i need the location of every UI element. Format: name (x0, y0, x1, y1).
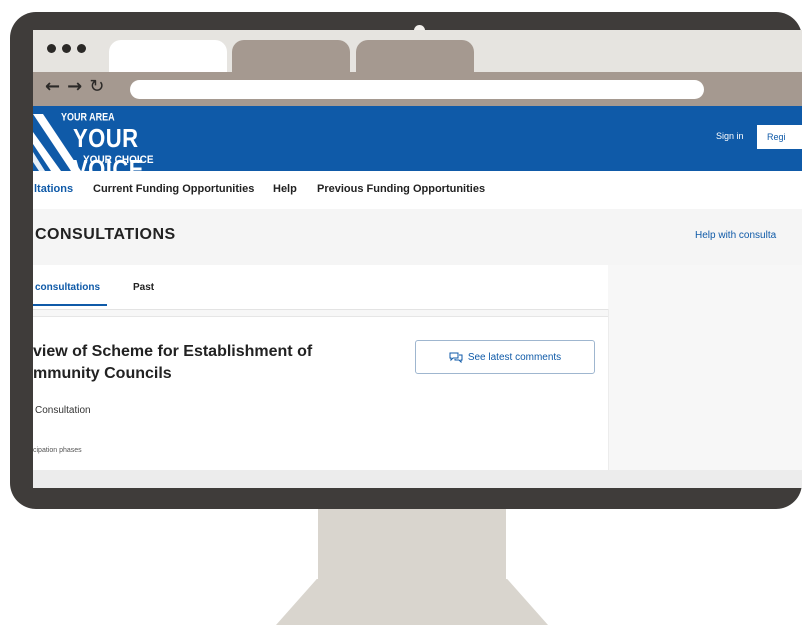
consultation-title-line-1: view of Scheme for Establishment of (33, 343, 313, 360)
consultation-type: Consultation (35, 405, 91, 416)
tab-past[interactable]: Past (133, 282, 154, 293)
browser-tab-2[interactable] (232, 40, 350, 72)
site-logo[interactable]: YOUR AREA YOUR VOICE YOUR CHOICE (33, 106, 193, 184)
browser-tab-bar (33, 30, 802, 72)
logo-sub-text: YOUR CHOICE (83, 154, 154, 167)
nav-buttons: ← → ↻ (45, 76, 111, 97)
sidebar-empty (608, 309, 802, 488)
reload-icon[interactable]: ↻ (89, 76, 105, 97)
nav-item-previous-funding[interactable]: Previous Funding Opportunities (317, 183, 485, 195)
forward-arrow-icon[interactable]: → (67, 76, 83, 97)
consultation-title[interactable]: view of Scheme for Establishment of mmun… (33, 341, 333, 385)
sign-in-link[interactable]: Sign in (716, 131, 744, 141)
comments-icon (449, 352, 463, 363)
consultation-title-line-2: mmunity Councils (33, 365, 172, 382)
nav-item-current-funding[interactable]: Current Funding Opportunities (93, 183, 254, 195)
web-page: YOUR AREA YOUR VOICE YOUR CHOICE Sign in… (33, 106, 802, 488)
participation-phases-label: cipation phases (33, 447, 82, 454)
address-bar[interactable] (130, 80, 704, 99)
page-title: CONSULTATIONS (35, 226, 176, 243)
window-dot-3[interactable] (77, 44, 86, 53)
main-nav: ltations Current Funding Opportunities H… (33, 171, 802, 210)
window-dot-1[interactable] (47, 44, 56, 53)
consultation-tabs: consultations Past (33, 265, 608, 310)
window-dot-2[interactable] (62, 44, 71, 53)
browser-tab-3[interactable] (356, 40, 474, 72)
see-latest-comments-button[interactable]: See latest comments (415, 340, 595, 374)
window-controls[interactable] (47, 44, 86, 53)
help-consultations-link[interactable]: Help with consulta (695, 230, 776, 241)
see-latest-comments-label: See latest comments (467, 351, 562, 363)
monitor-stand-base (276, 579, 548, 625)
page-title-bar: CONSULTATIONS Help with consulta (33, 209, 802, 265)
active-tab-indicator (33, 304, 107, 306)
back-arrow-icon[interactable]: ← (45, 76, 61, 97)
nav-item-help[interactable]: Help (273, 183, 297, 195)
browser-tab-active[interactable] (109, 40, 227, 72)
logo-small-text: YOUR AREA (61, 111, 115, 123)
screen-bottom-strip (33, 470, 802, 488)
nav-item-consultations[interactable]: ltations (34, 183, 73, 195)
monitor-stand-neck (318, 509, 506, 579)
register-button[interactable]: Regi (757, 125, 802, 149)
tab-current-consultations[interactable]: consultations (35, 282, 100, 293)
browser-toolbar: ← → ↻ (33, 72, 802, 106)
browser-window: ← → ↻ YOUR AREA YOUR VOICE YOUR CHOICE Sig… (33, 30, 802, 488)
consultation-card[interactable]: view of Scheme for Establishment of mmun… (33, 316, 609, 488)
site-header: YOUR AREA YOUR VOICE YOUR CHOICE Sign in… (33, 106, 802, 184)
